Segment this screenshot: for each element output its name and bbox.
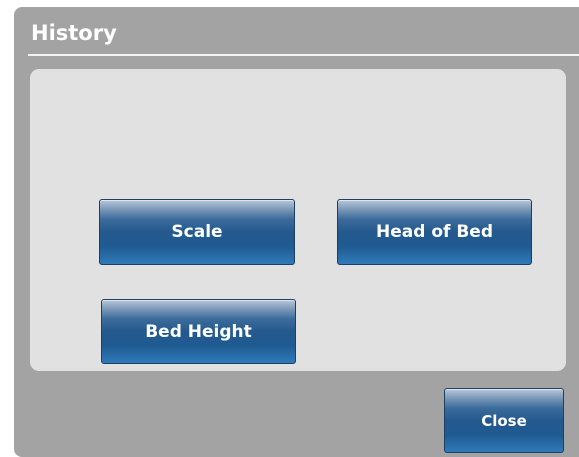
title-divider bbox=[28, 54, 579, 56]
history-options-panel: Scale Head of Bed Bed Height bbox=[30, 69, 566, 371]
scale-button[interactable]: Scale bbox=[99, 199, 295, 265]
dialog-title: History bbox=[31, 21, 117, 45]
head-of-bed-button[interactable]: Head of Bed bbox=[337, 199, 532, 265]
close-button[interactable]: Close bbox=[444, 388, 564, 453]
history-dialog: History Scale Head of Bed Bed Height Clo… bbox=[14, 7, 579, 457]
bed-height-button[interactable]: Bed Height bbox=[101, 299, 296, 364]
